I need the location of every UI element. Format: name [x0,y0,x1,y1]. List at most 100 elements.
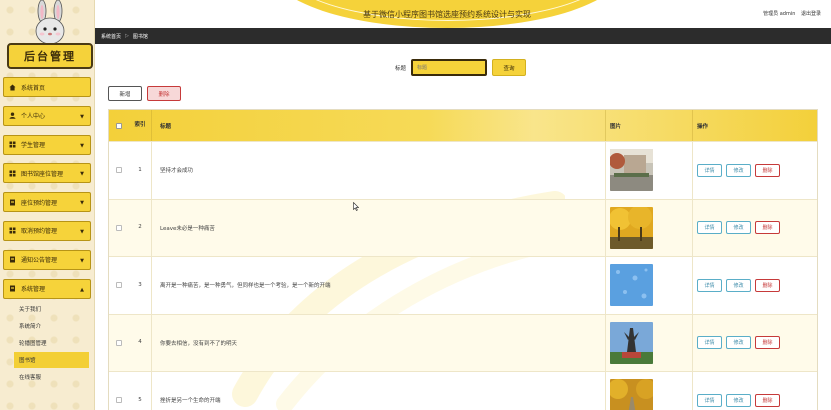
detail-button[interactable]: 详情 [697,163,722,177]
sidebar-item-notices[interactable]: 通知公告管理 ▼ [3,249,91,270]
yellow-trees-thumbnail-icon[interactable] [610,206,653,249]
delete-button[interactable]: 删除 [755,221,780,235]
doc-icon [9,199,16,206]
doc-icon [9,256,16,263]
row-title: Leave未必是一种痛苦 [151,199,605,256]
edit-button[interactable]: 修改 [726,221,751,235]
row-index: 3 [138,281,142,288]
row-checkbox[interactable] [116,167,122,174]
chevron-down-icon: ▼ [80,142,84,149]
sidebar-item-home[interactable]: 系统首页 [3,77,91,97]
sidebar-item-label: 学生管理 [21,142,46,150]
sidebar-item-label: 取消预约管理 [21,228,58,236]
user-icon [9,112,16,120]
row-index: 5 [138,396,142,403]
campus-thumbnail-icon[interactable] [610,149,653,192]
add-button[interactable]: 新增 [108,86,142,101]
sidebar-item-label: 系统管理 [21,286,46,294]
table-row: 1 坚持才会成功 详情 修改 删除 [109,141,817,199]
sidebar-item-profile[interactable]: 个人中心 ▼ [3,105,91,126]
grid-icon [9,227,16,234]
delete-button[interactable]: 删除 [755,278,780,292]
sidebar-item-cancellations[interactable]: 取消预约管理 ▼ [3,220,91,241]
select-all-checkbox[interactable] [116,122,122,129]
chevron-down-icon: ▼ [80,113,84,120]
row-checkbox[interactable] [116,224,122,231]
library-table: 索引 标题 图片 操作 1 坚持才会成功 详情 修改 删除 2 Leave未必是… [108,109,818,410]
chevron-down-icon: ▼ [80,171,84,178]
select-all-cell [109,122,129,129]
detail-button[interactable]: 详情 [697,221,722,235]
system-submenu: 关于我们 系统简介 轮播图管理 图书馆 在线客服 [14,301,89,386]
row-index: 4 [138,339,142,346]
submenu-item-about[interactable]: 关于我们 [14,301,89,317]
logout-link[interactable]: 退出登录 [801,11,821,17]
sidebar-item-students[interactable]: 学生管理 ▼ [3,134,91,155]
doc-icon [9,285,16,292]
table-header: 索引 标题 图片 操作 [109,110,817,141]
search-button[interactable]: 查询 [492,59,527,76]
mouse-cursor-icon [353,202,359,211]
water-thumbnail-icon[interactable] [610,264,653,307]
breadcrumb: 系统首页 ▷ 图书馆 [95,28,831,44]
chevron-down-icon: ▼ [80,200,84,207]
autumn-road-thumbnail-icon[interactable] [610,379,653,410]
detail-button[interactable]: 详情 [697,393,722,407]
chevron-down-icon: ▼ [80,257,84,264]
sidebar-item-reservations[interactable]: 座位预约管理 ▼ [3,192,91,213]
submenu-item-online-service[interactable]: 在线客服 [14,369,89,385]
row-title: 离开是一种痛苦，是一种勇气，但同样也是一个考验，是一个新的开端 [151,257,605,314]
sidebar-item-label: 通知公告管理 [21,257,58,265]
row-checkbox[interactable] [116,397,122,404]
row-checkbox[interactable] [116,282,122,289]
breadcrumb-separator-icon: ▷ [125,33,129,39]
delete-button[interactable]: 删除 [755,336,780,350]
sidebar-item-label: 系统首页 [21,84,46,92]
submenu-item-intro[interactable]: 系统简介 [14,318,89,334]
sidebar-item-seats[interactable]: 图书馆座位管理 ▼ [3,163,91,184]
edit-button[interactable]: 修改 [726,163,751,177]
sidebar-item-system[interactable]: 系统管理 ▲ [3,278,91,299]
row-checkbox[interactable] [116,339,122,346]
batch-delete-button[interactable]: 删除 [147,86,181,101]
home-icon [9,84,16,91]
row-title: 坚持才会成功 [151,142,605,199]
sidebar-menu: 系统首页 个人中心 ▼ 学生管理 ▼ 图书馆座位管理 ▼ 座位预约管理 ▼ 取消… [3,77,91,307]
grid-icon [9,141,16,148]
submenu-item-library[interactable]: 图书馆 [14,352,89,368]
search-input[interactable] [411,59,488,76]
sidebar-item-label: 座位预约管理 [21,199,58,207]
sidebar: 后台管理 系统首页 个人中心 ▼ 学生管理 ▼ 图书馆座位管理 ▼ 座位预约管理… [0,0,95,410]
admin-panel-title: 后台管理 [7,43,93,69]
page-title: 基于微信小程序图书馆选座预约系统设计与实现 [363,10,531,19]
main-content: 标题 查询 新增 删除 索引 标题 图片 操作 1 坚持才会成功 [95,44,831,410]
chevron-down-icon: ▼ [80,228,84,235]
table-row: 5 挫折是另一个生命的开端 详情 修改 删除 [109,371,817,410]
current-user: 管理员 admin [763,11,796,17]
logo-area: 后台管理 [3,0,93,72]
table-row: 4 你要去相信，没有到不了的明天 详情 修改 删除 [109,313,817,371]
sidebar-item-label: 图书馆座位管理 [21,170,64,178]
breadcrumb-home[interactable]: 系统首页 [101,33,121,40]
edit-button[interactable]: 修改 [726,278,751,292]
chevron-up-icon: ▲ [80,286,84,293]
delete-button[interactable]: 删除 [755,163,780,177]
delete-button[interactable]: 删除 [755,393,780,407]
rabbit-logo-icon [35,0,65,45]
detail-button[interactable]: 详情 [697,336,722,350]
breadcrumb-current: 图书馆 [132,33,148,40]
submenu-item-carousel[interactable]: 轮播图管理 [14,335,89,351]
column-image: 图片 [605,110,692,141]
table-row: 3 离开是一种痛苦，是一种勇气，但同样也是一个考验，是一个新的开端 详情 修改 … [109,256,817,314]
sculpture-thumbnail-icon[interactable] [610,321,653,364]
edit-button[interactable]: 修改 [726,336,751,350]
edit-button[interactable]: 修改 [726,393,751,407]
search-label: 标题 [395,65,407,72]
sidebar-item-label: 个人中心 [21,113,46,121]
grid-icon [9,170,16,177]
column-title: 标题 [151,110,605,141]
row-index: 2 [138,224,142,231]
top-header: 基于微信小程序图书馆选座预约系统设计与实现 管理员 admin 退出登录 [95,0,831,28]
detail-button[interactable]: 详情 [697,278,722,292]
table-row: 2 Leave未必是一种痛苦 详情 修改 删除 [109,198,817,256]
